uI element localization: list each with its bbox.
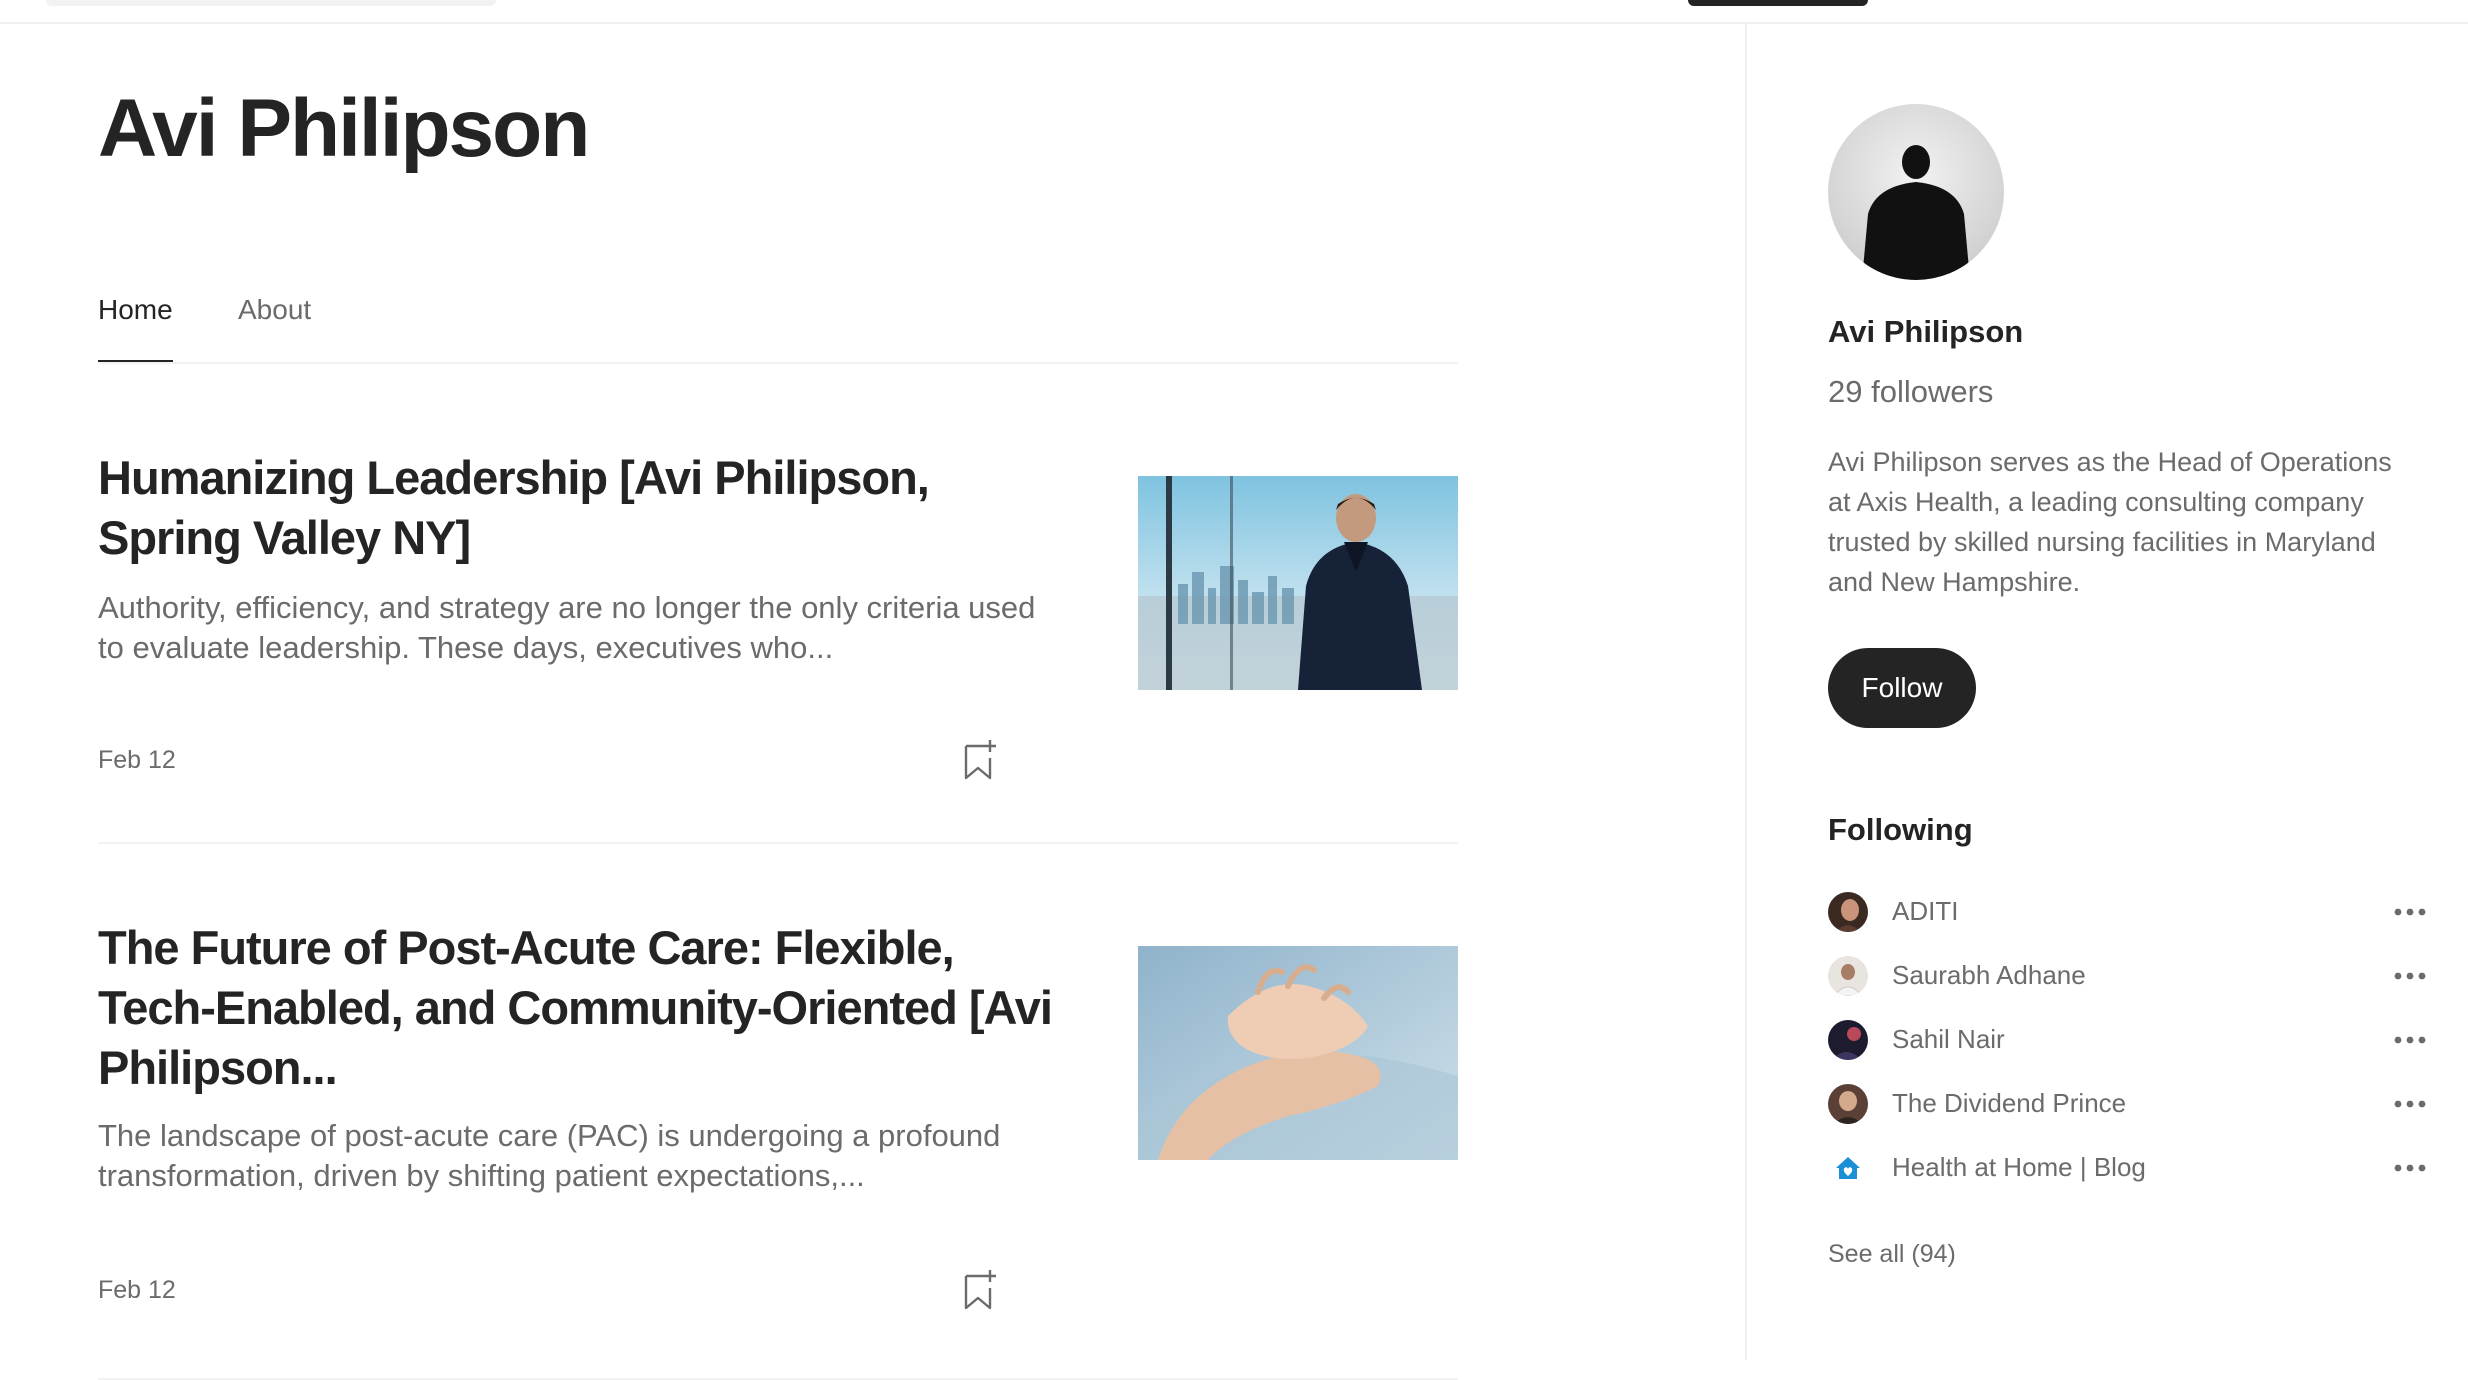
following-name[interactable]: Health at Home | Blog xyxy=(1892,1152,2146,1183)
article-excerpt[interactable]: The landscape of post-acute care (PAC) i… xyxy=(98,1116,1058,1196)
home-heart-icon[interactable] xyxy=(1828,1148,1868,1188)
more-dots-icon[interactable] xyxy=(2392,1022,2428,1058)
article-title[interactable]: Humanizing Leadership [Avi Philipson, Sp… xyxy=(98,448,1058,568)
more-dots-icon[interactable] xyxy=(2392,894,2428,930)
tab-home[interactable]: Home xyxy=(98,294,173,362)
article-title[interactable]: The Future of Post-Acute Care: Flexible,… xyxy=(98,918,1058,1098)
list-item[interactable]: Health at Home | Blog xyxy=(1828,1146,2428,1190)
following-name[interactable]: ADITI xyxy=(1892,896,1958,927)
profile-name[interactable]: Avi Philipson xyxy=(1828,314,2023,350)
more-dots-icon[interactable] xyxy=(2392,1086,2428,1122)
sahil-nair-avatar[interactable] xyxy=(1828,1020,1868,1060)
list-item[interactable]: The Dividend Prince xyxy=(1828,1082,2428,1126)
page-title: Avi Philipson xyxy=(98,83,590,174)
tab-about[interactable]: About xyxy=(238,294,311,326)
following-name[interactable]: Saurabh Adhane xyxy=(1892,960,2086,991)
holding-hands-image[interactable] xyxy=(1138,946,1458,1160)
businessman-cityscape-image[interactable] xyxy=(1138,476,1458,690)
list-item[interactable]: Sahil Nair xyxy=(1828,1018,2428,1062)
article-date: Feb 12 xyxy=(98,1276,176,1304)
follow-button[interactable]: Follow xyxy=(1828,648,1976,728)
article-divider xyxy=(98,842,1458,844)
more-dots-icon[interactable] xyxy=(2392,1150,2428,1186)
main-column: Avi Philipson Home About Humanizing Lead… xyxy=(0,24,1747,1380)
following-name[interactable]: Sahil Nair xyxy=(1892,1024,2005,1055)
article-excerpt[interactable]: Authority, efficiency, and strategy are … xyxy=(98,588,1058,668)
article-card: The Future of Post-Acute Care: Flexible,… xyxy=(98,918,1458,1380)
see-all-link[interactable]: See all (94) xyxy=(1828,1240,1956,1269)
article-date: Feb 12 xyxy=(98,746,176,774)
followers-count[interactable]: 29 followers xyxy=(1828,374,1993,410)
article-card: Humanizing Leadership [Avi Philipson, Sp… xyxy=(98,448,1458,848)
following-heading: Following xyxy=(1828,812,1973,847)
search-bar[interactable] xyxy=(46,0,496,6)
profile-sidebar: Avi Philipson 29 followers Avi Philipson… xyxy=(1828,0,2428,1360)
saurabh-adhane-avatar[interactable] xyxy=(1828,956,1868,996)
profile-tabs: Home About xyxy=(98,264,1458,364)
avatar[interactable] xyxy=(1828,104,2004,280)
list-item[interactable]: ADITI xyxy=(1828,890,2428,934)
profile-bio: Avi Philipson serves as the Head of Oper… xyxy=(1828,447,2392,597)
bookmark-add-icon[interactable] xyxy=(960,1268,1000,1312)
following-name[interactable]: The Dividend Prince xyxy=(1892,1088,2126,1119)
list-item[interactable]: Saurabh Adhane xyxy=(1828,954,2428,998)
more-dots-icon[interactable] xyxy=(2392,958,2428,994)
aditi-avatar[interactable] xyxy=(1828,892,1868,932)
bookmark-add-icon[interactable] xyxy=(960,738,1000,782)
the-dividend-prince-avatar[interactable] xyxy=(1828,1084,1868,1124)
